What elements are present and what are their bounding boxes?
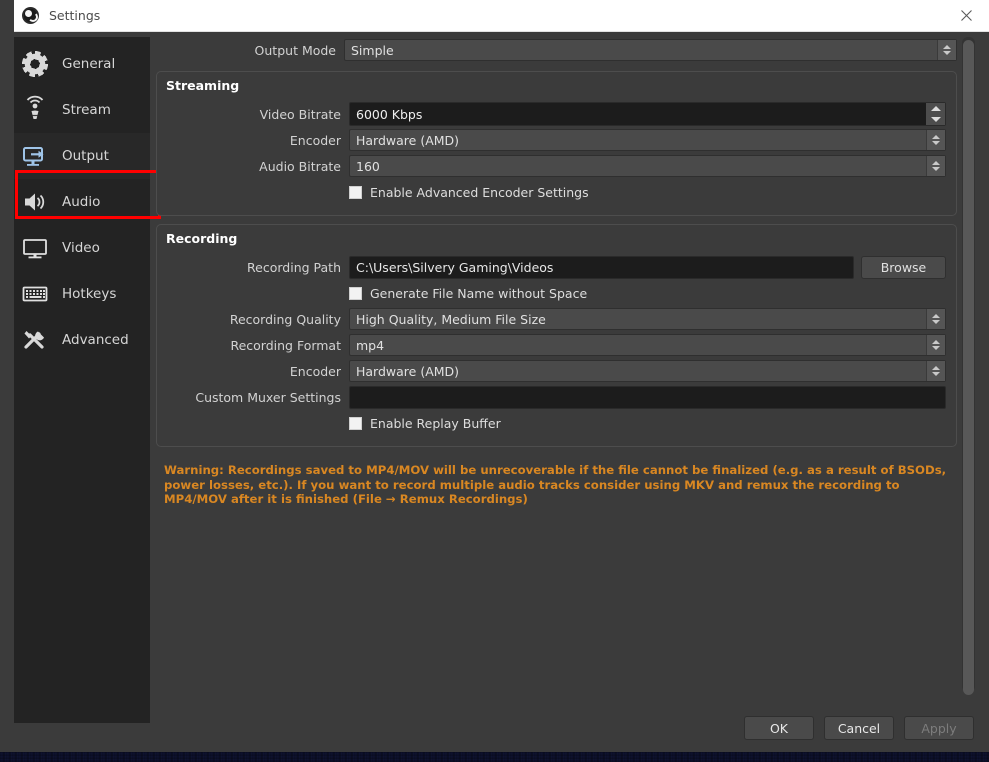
obs-logo-icon [22, 7, 39, 24]
no-space-filename-label[interactable]: Generate File Name without Space [370, 286, 587, 301]
close-glyph [960, 10, 972, 21]
recording-encoder-select[interactable]: Hardware (AMD) [349, 360, 946, 382]
spinner-arrows-icon[interactable] [926, 103, 945, 125]
video-bitrate-value: 6000 Kbps [356, 106, 423, 122]
output-warning-message: Warning: Recordings saved to MP4/MOV wil… [164, 463, 947, 506]
sidebar-item-video[interactable]: Video [14, 225, 150, 271]
chevron-updown-icon[interactable] [926, 309, 945, 329]
sidebar-item-label: Advanced [62, 332, 129, 348]
apply-button: Apply [904, 716, 974, 740]
streaming-group-title: Streaming [166, 78, 240, 93]
sidebar-item-advanced[interactable]: Advanced [14, 317, 150, 363]
replay-buffer-label[interactable]: Enable Replay Buffer [370, 416, 501, 431]
sidebar-item-label: Hotkeys [62, 286, 117, 302]
sidebar-item-label: Audio [62, 194, 101, 210]
chevron-updown-icon[interactable] [926, 335, 945, 355]
chevron-updown-icon[interactable] [926, 130, 945, 150]
settings-content-pane: Output Mode Simple Streaming Video Bitra… [156, 37, 957, 692]
browse-button[interactable]: Browse [861, 255, 946, 279]
broadcast-icon [20, 95, 50, 125]
recording-quality-label: Recording Quality [229, 311, 341, 327]
sidebar-item-audio[interactable]: Audio [14, 179, 150, 225]
output-mode-label: Output Mode [254, 42, 336, 58]
replay-buffer-checkbox[interactable] [349, 416, 362, 430]
tools-icon [20, 325, 50, 355]
custom-muxer-row: Custom Muxer Settings [161, 384, 946, 410]
output-mode-row: Output Mode Simple [156, 37, 957, 63]
spinner-up-button[interactable] [926, 103, 945, 114]
streaming-encoder-select[interactable]: Hardware (AMD) [349, 129, 946, 151]
settings-window: Settings General Stream Output Audio Vid… [0, 0, 989, 752]
output-mode-value: Simple [351, 42, 394, 58]
recording-format-label: Recording Format [230, 337, 341, 353]
dialog-footer: OK Cancel Apply [744, 716, 974, 740]
recording-encoder-label: Encoder [289, 363, 341, 379]
sidebar-item-label: General [62, 56, 116, 72]
sidebar-item-label: Output [62, 148, 109, 164]
audio-bitrate-label: Audio Bitrate [259, 158, 341, 174]
close-icon[interactable] [943, 0, 989, 32]
advanced-encoder-row: Enable Advanced Encoder Settings [161, 179, 946, 205]
keyboard-icon [20, 279, 50, 309]
spinner-down-button[interactable] [926, 114, 945, 125]
chevron-updown-icon[interactable] [926, 156, 945, 176]
sidebar-item-general[interactable]: General [14, 41, 150, 87]
settings-sidebar: General Stream Output Audio Video Hotkey… [14, 37, 161, 723]
ok-button[interactable]: OK [744, 716, 814, 740]
video-bitrate-spinner[interactable]: 6000 Kbps [349, 102, 946, 126]
recording-group-title: Recording [166, 231, 238, 246]
no-space-filename-checkbox[interactable] [349, 286, 362, 300]
streaming-encoder-label: Encoder [289, 132, 341, 148]
video-bitrate-label: Video Bitrate [259, 106, 341, 122]
monitor-icon [20, 233, 50, 263]
advanced-encoder-label[interactable]: Enable Advanced Encoder Settings [370, 185, 589, 200]
recording-encoder-value: Hardware (AMD) [356, 363, 460, 379]
window-title: Settings [49, 8, 101, 23]
content-scrollbar-handle[interactable] [963, 40, 974, 695]
gear-icon [20, 49, 50, 79]
recording-group: Recording Recording Path C:\Users\Silver… [156, 224, 957, 447]
replay-buffer-row: Enable Replay Buffer [161, 410, 946, 436]
streaming-encoder-value: Hardware (AMD) [356, 132, 460, 148]
audio-bitrate-select[interactable]: 160 [349, 155, 946, 177]
sidebar-item-output[interactable]: Output [14, 133, 150, 179]
recording-path-label: Recording Path [247, 259, 341, 275]
dialog-body: General Stream Output Audio Video Hotkey… [14, 32, 989, 752]
content-scrollbar[interactable] [962, 37, 975, 695]
recording-path-row: Recording Path C:\Users\Silvery Gaming\V… [161, 254, 946, 280]
sidebar-item-label: Stream [62, 102, 111, 118]
sidebar-item-hotkeys[interactable]: Hotkeys [14, 271, 150, 317]
sidebar-item-label: Video [62, 240, 100, 256]
recording-path-input[interactable]: C:\Users\Silvery Gaming\Videos [349, 255, 854, 279]
streaming-group: Streaming Video Bitrate 6000 Kbps Encode… [156, 71, 957, 216]
recording-format-row: Recording Format mp4 [161, 332, 946, 358]
chevron-updown-icon[interactable] [926, 361, 945, 381]
recording-quality-select[interactable]: High Quality, Medium File Size [349, 308, 946, 330]
streaming-encoder-row: Encoder Hardware (AMD) [161, 127, 946, 153]
output-icon [20, 141, 50, 171]
recording-quality-row: Recording Quality High Quality, Medium F… [161, 306, 946, 332]
recording-format-select[interactable]: mp4 [349, 334, 946, 356]
recording-quality-value: High Quality, Medium File Size [356, 311, 546, 327]
audio-bitrate-row: Audio Bitrate 160 [161, 153, 946, 179]
custom-muxer-label: Custom Muxer Settings [195, 389, 341, 405]
audio-bitrate-value: 160 [356, 158, 380, 174]
recording-encoder-row: Encoder Hardware (AMD) [161, 358, 946, 384]
chevron-updown-icon[interactable] [937, 40, 956, 60]
custom-muxer-input[interactable] [349, 385, 946, 409]
window-titlebar[interactable]: Settings [14, 0, 989, 32]
output-mode-select[interactable]: Simple [344, 39, 957, 61]
video-bitrate-row: Video Bitrate 6000 Kbps [161, 101, 946, 127]
no-space-filename-row: Generate File Name without Space [161, 280, 946, 306]
cancel-button[interactable]: Cancel [824, 716, 894, 740]
sidebar-item-stream[interactable]: Stream [14, 87, 150, 133]
recording-format-value: mp4 [356, 337, 385, 353]
speaker-icon [20, 187, 50, 217]
advanced-encoder-checkbox[interactable] [349, 185, 362, 199]
